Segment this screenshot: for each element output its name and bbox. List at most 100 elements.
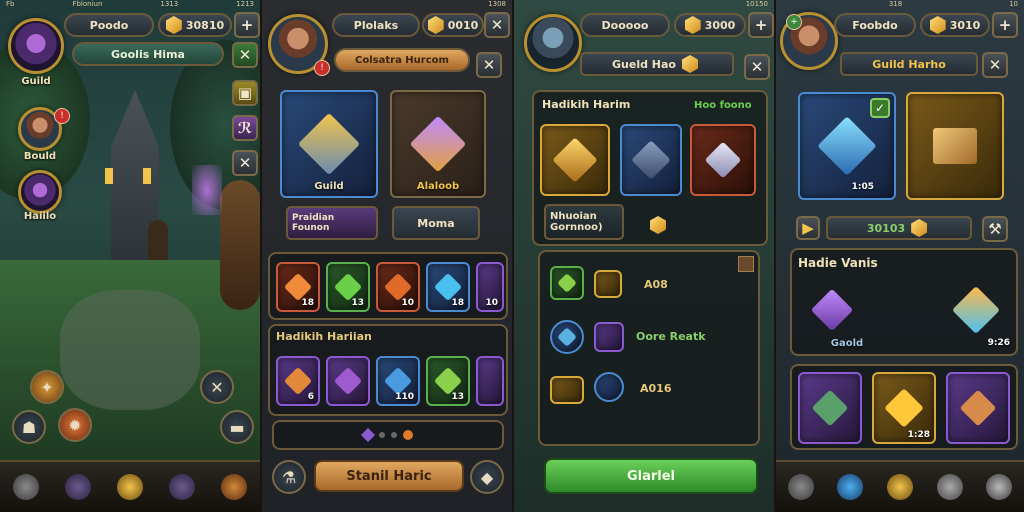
star-icon — [884, 388, 924, 428]
close-button[interactable]: ✕ — [232, 42, 258, 68]
main-action-button[interactable]: Stanil Haric — [314, 460, 464, 492]
inventory-slot[interactable] — [476, 356, 504, 406]
hero-figure — [220, 180, 260, 310]
star-icon — [557, 273, 577, 293]
player-name-field[interactable]: Plolaks — [332, 13, 420, 37]
right-action-button[interactable]: ◆ — [470, 460, 504, 494]
reward-icon-slot[interactable] — [594, 270, 622, 298]
recruit-slot-2[interactable] — [620, 124, 682, 196]
skill-button-4[interactable]: ✕ — [200, 370, 234, 404]
page-indicator — [272, 420, 504, 450]
inventory-slot[interactable]: 10 — [476, 262, 504, 312]
praidian-button[interactable]: Praidian Founon — [286, 206, 378, 240]
inventory-slot[interactable] — [326, 356, 370, 406]
reward-icon-slot[interactable] — [550, 376, 584, 404]
nav-item-armor[interactable] — [162, 465, 202, 509]
section-title: Hadikih Harim — [542, 98, 631, 111]
close-button[interactable]: ✕ — [476, 52, 502, 78]
knight-icon — [631, 140, 671, 180]
player-name: Foobdo — [852, 18, 898, 32]
card2-label: Alaloob — [416, 181, 460, 192]
nav-item-gold[interactable] — [880, 465, 920, 509]
gold-value: 0010 — [447, 18, 479, 32]
nav-item-spikes[interactable] — [930, 465, 970, 509]
equipment-card-1[interactable]: Guild — [280, 90, 378, 198]
shop-slot[interactable]: 1:28 — [872, 372, 936, 444]
skill-button-2[interactable]: ☗ — [12, 410, 46, 444]
close-button[interactable]: ✕ — [982, 52, 1008, 78]
shield-emblem-icon — [552, 137, 598, 183]
inventory-slot[interactable]: 13 — [326, 262, 370, 312]
section-title: Hadie Vanis — [798, 256, 878, 270]
page-dot[interactable] — [391, 432, 397, 438]
reward-row-2: Oore Reatk — [636, 330, 706, 343]
expand-icon[interactable] — [738, 256, 754, 272]
close-icon: ✕ — [490, 16, 504, 34]
potion-icon: ⚗ — [281, 467, 297, 487]
reward-icon-slot[interactable] — [594, 322, 624, 352]
nav-item-weapons[interactable] — [781, 465, 821, 509]
side-button-2[interactable]: ℛ — [232, 115, 258, 141]
prev-button[interactable]: ▶ — [796, 216, 820, 240]
nav-item-hero[interactable] — [110, 465, 150, 509]
add-gold-button[interactable]: + — [748, 12, 774, 38]
player-name-field[interactable]: Foobdo — [834, 13, 916, 37]
page-dot[interactable] — [379, 432, 385, 438]
page-dot-active[interactable] — [360, 427, 376, 443]
coin-icon — [427, 16, 444, 34]
player-avatar[interactable] — [524, 14, 582, 72]
recruit-slot-3[interactable] — [690, 124, 756, 196]
inventory-slot[interactable]: 6 — [276, 356, 320, 406]
page-dot[interactable] — [403, 430, 413, 440]
bottom-nav — [0, 460, 260, 512]
side-button-3[interactable]: ✕ — [232, 150, 258, 176]
inventory-slot[interactable]: 13 — [426, 356, 470, 406]
coin-icon — [911, 219, 928, 237]
equipment-card-2[interactable]: Alaloob — [390, 90, 486, 198]
status-bar: 318 10 — [776, 0, 1024, 8]
player-name-field[interactable]: Poodo — [64, 13, 154, 37]
status-bar: 10150 — [514, 0, 774, 8]
inventory-slot[interactable]: 18 — [276, 262, 320, 312]
player-name-field[interactable]: Dooooo — [580, 13, 670, 37]
inventory-slot[interactable]: 10 — [376, 262, 420, 312]
nav-item-castle[interactable] — [6, 465, 46, 509]
shop-slot[interactable] — [798, 372, 862, 444]
skill-button-5[interactable]: ▬ — [220, 410, 254, 444]
add-gold-button[interactable]: + — [234, 12, 260, 38]
section-title: Hadikih Hariian — [276, 330, 372, 343]
add-gold-button[interactable]: + — [992, 12, 1018, 38]
inventory-slot[interactable]: 110 — [376, 356, 420, 406]
tools-button[interactable]: ⚒ — [982, 216, 1008, 242]
inventory-slot[interactable]: 18 — [426, 262, 470, 312]
member-avatar-2[interactable] — [18, 170, 62, 214]
featured-section: Hadie Vanis Gaold 9:26 — [790, 248, 1018, 356]
moma-button[interactable]: Moma — [392, 206, 480, 240]
close-button[interactable]: ✕ — [744, 54, 770, 80]
left-action-button[interactable]: ⚗ — [272, 460, 306, 494]
recruit-slot-1[interactable] — [540, 124, 610, 196]
nav-item-blade[interactable] — [979, 465, 1019, 509]
close-button-top[interactable]: ✕ — [484, 12, 510, 38]
stone-path — [60, 290, 200, 410]
reward-icon-slot[interactable] — [550, 266, 584, 300]
book-icon — [933, 128, 977, 164]
card1-value: 1:05 — [851, 182, 874, 192]
nav-item-crystal[interactable] — [58, 465, 98, 509]
nav-item-crystal[interactable] — [830, 465, 870, 509]
side-button-1[interactable]: ▣ — [232, 80, 258, 106]
player-avatar[interactable] — [8, 18, 64, 74]
reward-icon-slot[interactable] — [550, 320, 584, 354]
skill-button-3[interactable]: ✹ — [58, 408, 92, 442]
shield-icon — [557, 327, 577, 347]
notification-badge: ! — [314, 60, 330, 76]
shop-slot[interactable] — [946, 372, 1010, 444]
main-action-button[interactable]: Glarlel — [544, 458, 758, 494]
chest-icon: ▣ — [237, 84, 253, 102]
shop-card-2[interactable] — [906, 92, 1004, 200]
shop-card-1[interactable]: ✓ 1:05 — [798, 92, 896, 200]
skill-button-1[interactable]: ✦ — [30, 370, 64, 404]
nav-item-shield[interactable] — [214, 465, 254, 509]
reward-icon-slot[interactable] — [594, 372, 624, 402]
guild-banner[interactable]: Goolis Hima — [72, 42, 224, 66]
